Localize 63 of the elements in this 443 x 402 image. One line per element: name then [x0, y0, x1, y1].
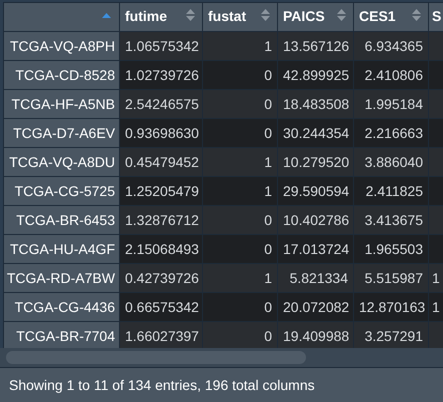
table-cell: 2.411825 [366, 182, 423, 198]
table-cell: 3.886040 [364, 154, 423, 170]
table-cell: 6.934365 [364, 38, 423, 54]
table-cell: 10.279520 [283, 154, 350, 170]
table-cell: 30.244354 [283, 124, 350, 140]
table-cell: 19.409988 [283, 328, 350, 344]
table-cell: 0 [264, 96, 272, 112]
table-cell: 13.567126 [283, 38, 350, 54]
row-name: TCGA-CG-4436 [14, 298, 115, 314]
table-cell: 2.15068493 [125, 240, 199, 256]
sort-icon[interactable] [337, 9, 346, 21]
table-cell: 0 [264, 124, 272, 140]
table-cell: 1.02739726 [125, 66, 199, 82]
row-name: TCGA-VQ-A8DU [9, 154, 115, 170]
table-cell: 1 [264, 270, 272, 286]
table-cell: 18.483508 [283, 96, 350, 112]
table-cell: 1.66027397 [125, 328, 199, 344]
table-cell: 1.06575342 [125, 38, 199, 54]
table-cell: 1.32876712 [125, 212, 199, 228]
row-name: TCGA-RD-A7BW [6, 270, 115, 286]
table-cell: 2.410806 [364, 66, 423, 82]
table-cell: 1 [432, 298, 440, 314]
table-cell: 20.072082 [283, 298, 350, 314]
row-name: TCGA-VQ-A8PH [10, 38, 115, 54]
table-cell: 5.515987 [364, 270, 423, 286]
table-cell: 1.25205479 [125, 182, 199, 198]
table-cell: 29.590594 [283, 182, 350, 198]
table-cell: 0 [264, 328, 272, 344]
table-cell: 1.965503 [364, 240, 423, 256]
row-name: TCGA-HU-A4GF [10, 240, 115, 256]
table-cell: 1 [264, 182, 272, 198]
table-cell: 1 [432, 270, 440, 286]
table-cell: 0 [264, 212, 272, 228]
table-cell: 12.870163 [359, 298, 426, 314]
sort-icon[interactable] [261, 9, 270, 21]
table-cell: 5.821334 [290, 270, 348, 286]
row-name: TCGA-CD-8528 [15, 66, 115, 82]
table-cell: 1 [264, 154, 272, 170]
row-name: TCGA-D7-A6EV [13, 124, 115, 140]
table-info: Showing 1 to 11 of 134 entries, 196 total columns [9, 376, 315, 395]
table-cell: 1 [264, 38, 272, 54]
sort-ascending-icon[interactable] [102, 13, 111, 18]
row-name: TCGA-BR-7704 [16, 328, 115, 344]
table-cell: 10.402786 [283, 212, 350, 228]
sort-icon[interactable] [186, 9, 195, 21]
row-name: TCGA-BR-6453 [16, 212, 115, 228]
table-cell: 3.413675 [364, 212, 423, 228]
table-cell: 42.899925 [283, 66, 350, 82]
table-cell: 1.995184 [364, 96, 423, 112]
table-cell: 0.66575342 [125, 298, 199, 314]
table-cell: 0 [264, 240, 272, 256]
table-cell: 0.45479452 [125, 154, 199, 170]
table-cell: 0.42739726 [125, 270, 199, 286]
table-cell: 3.257291 [364, 328, 423, 344]
table-cell: 2.216663 [364, 124, 423, 140]
row-name: TCGA-HF-A5NB [12, 96, 115, 112]
table-cell: 2.54246575 [125, 96, 199, 112]
row-name: TCGA-CG-5725 [14, 182, 115, 198]
table-cell: 17.013724 [283, 240, 350, 256]
table-cell: 0 [264, 66, 272, 82]
sort-icon[interactable] [412, 9, 421, 21]
table-cell: 0 [264, 298, 272, 314]
table-cell: 0.93698630 [125, 124, 199, 140]
